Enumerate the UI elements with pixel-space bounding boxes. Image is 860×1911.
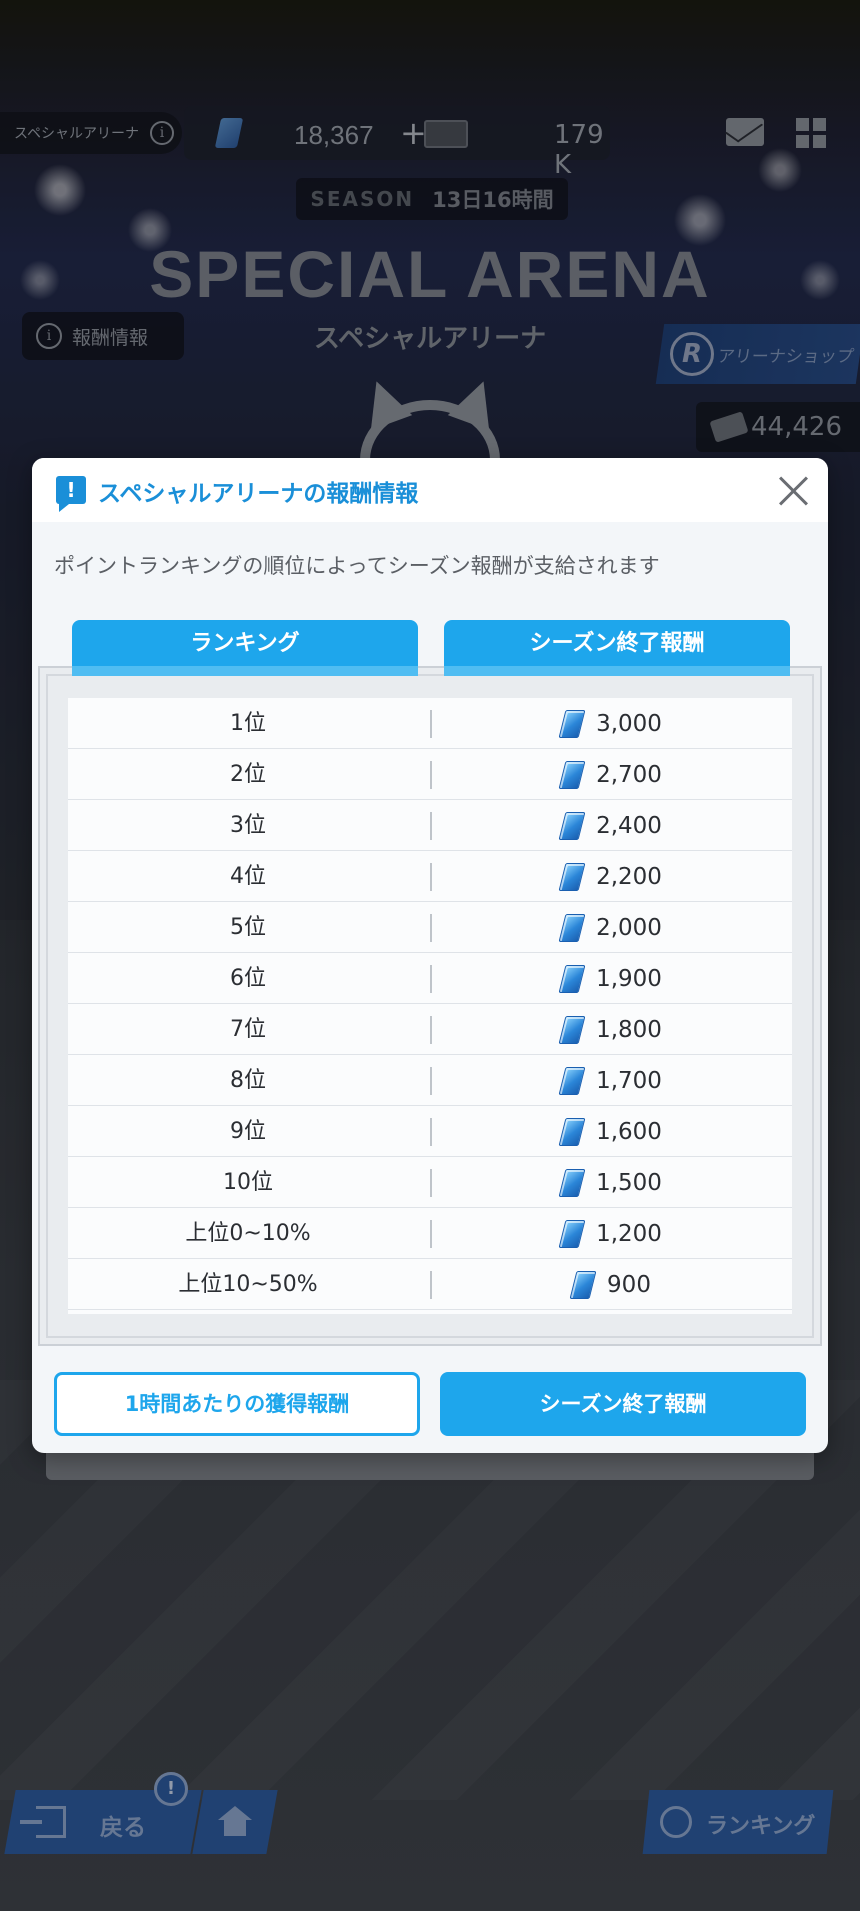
rank-cell: 4位 — [230, 864, 266, 889]
table-row-partial — [68, 1310, 792, 1314]
reward-cell: 2,400 — [596, 812, 662, 839]
gem-icon — [569, 1270, 597, 1299]
table-row: 4位 2,200 — [68, 851, 792, 902]
column-header-season-reward: シーズン終了報酬 — [444, 620, 790, 676]
table-row: 9位 1,600 — [68, 1106, 792, 1157]
gem-icon — [558, 1168, 586, 1197]
gem-icon — [558, 862, 586, 891]
column-header-ranking: ランキング — [72, 620, 418, 676]
gem-icon — [558, 760, 586, 789]
reward-cell: 1,500 — [596, 1169, 662, 1196]
rank-cell: 10位 — [223, 1170, 273, 1195]
gem-icon — [558, 913, 586, 942]
modal-description: ポイントランキングの順位によってシーズン報酬が支給されます — [54, 554, 660, 578]
gem-icon — [558, 1066, 586, 1095]
table-row: 2位 2,700 — [68, 749, 792, 800]
gem-icon — [558, 964, 586, 993]
hourly-reward-button[interactable]: 1時間あたりの獲得報酬 — [54, 1372, 420, 1436]
reward-table[interactable]: 1位 3,000 2位 2,700 3位 2,400 4位 2,200 5位 2… — [68, 698, 792, 1314]
reward-cell: 2,000 — [596, 914, 662, 941]
gem-icon — [558, 1117, 586, 1146]
reward-cell: 1,800 — [596, 1016, 662, 1043]
table-row: 10位 1,500 — [68, 1157, 792, 1208]
reward-info-modal: ! スペシャルアリーナの報酬情報 ポイントランキングの順位によってシーズン報酬が… — [32, 458, 828, 1453]
reward-cell: 1,700 — [596, 1067, 662, 1094]
table-row: 上位10~50% 900 — [68, 1259, 792, 1310]
gem-icon — [558, 1219, 586, 1248]
rank-cell: 8位 — [230, 1068, 266, 1093]
table-row: 8位 1,700 — [68, 1055, 792, 1106]
gem-icon — [558, 811, 586, 840]
reward-cell: 1,200 — [596, 1220, 662, 1247]
rank-cell: 7位 — [230, 1017, 266, 1042]
rank-cell: 3位 — [230, 813, 266, 838]
rank-cell: 1位 — [230, 711, 266, 736]
reward-cell: 2,700 — [596, 761, 662, 788]
rank-cell: 6位 — [230, 966, 266, 991]
modal-title: スペシャルアリーナの報酬情報 — [98, 481, 419, 507]
rank-cell: 5位 — [230, 915, 266, 940]
reward-cell: 1,900 — [596, 965, 662, 992]
notice-icon: ! — [56, 476, 86, 512]
table-row: 7位 1,800 — [68, 1004, 792, 1055]
gem-icon — [558, 709, 586, 738]
reward-cell: 2,200 — [596, 863, 662, 890]
rank-cell: 2位 — [230, 762, 266, 787]
table-row: 1位 3,000 — [68, 698, 792, 749]
table-row: 6位 1,900 — [68, 953, 792, 1004]
table-row: 3位 2,400 — [68, 800, 792, 851]
reward-cell: 1,600 — [596, 1118, 662, 1145]
gem-icon — [558, 1015, 586, 1044]
modal-header: ! スペシャルアリーナの報酬情報 — [32, 458, 828, 522]
rank-cell: 上位0~10% — [185, 1221, 311, 1246]
reward-cell: 900 — [607, 1271, 651, 1298]
table-row: 5位 2,000 — [68, 902, 792, 953]
table-row: 上位0~10% 1,200 — [68, 1208, 792, 1259]
reward-cell: 3,000 — [596, 710, 662, 737]
season-end-reward-button[interactable]: シーズン終了報酬 — [440, 1372, 806, 1436]
rank-cell: 9位 — [230, 1119, 266, 1144]
close-icon[interactable] — [776, 472, 812, 508]
rank-cell: 上位10~50% — [178, 1272, 318, 1297]
